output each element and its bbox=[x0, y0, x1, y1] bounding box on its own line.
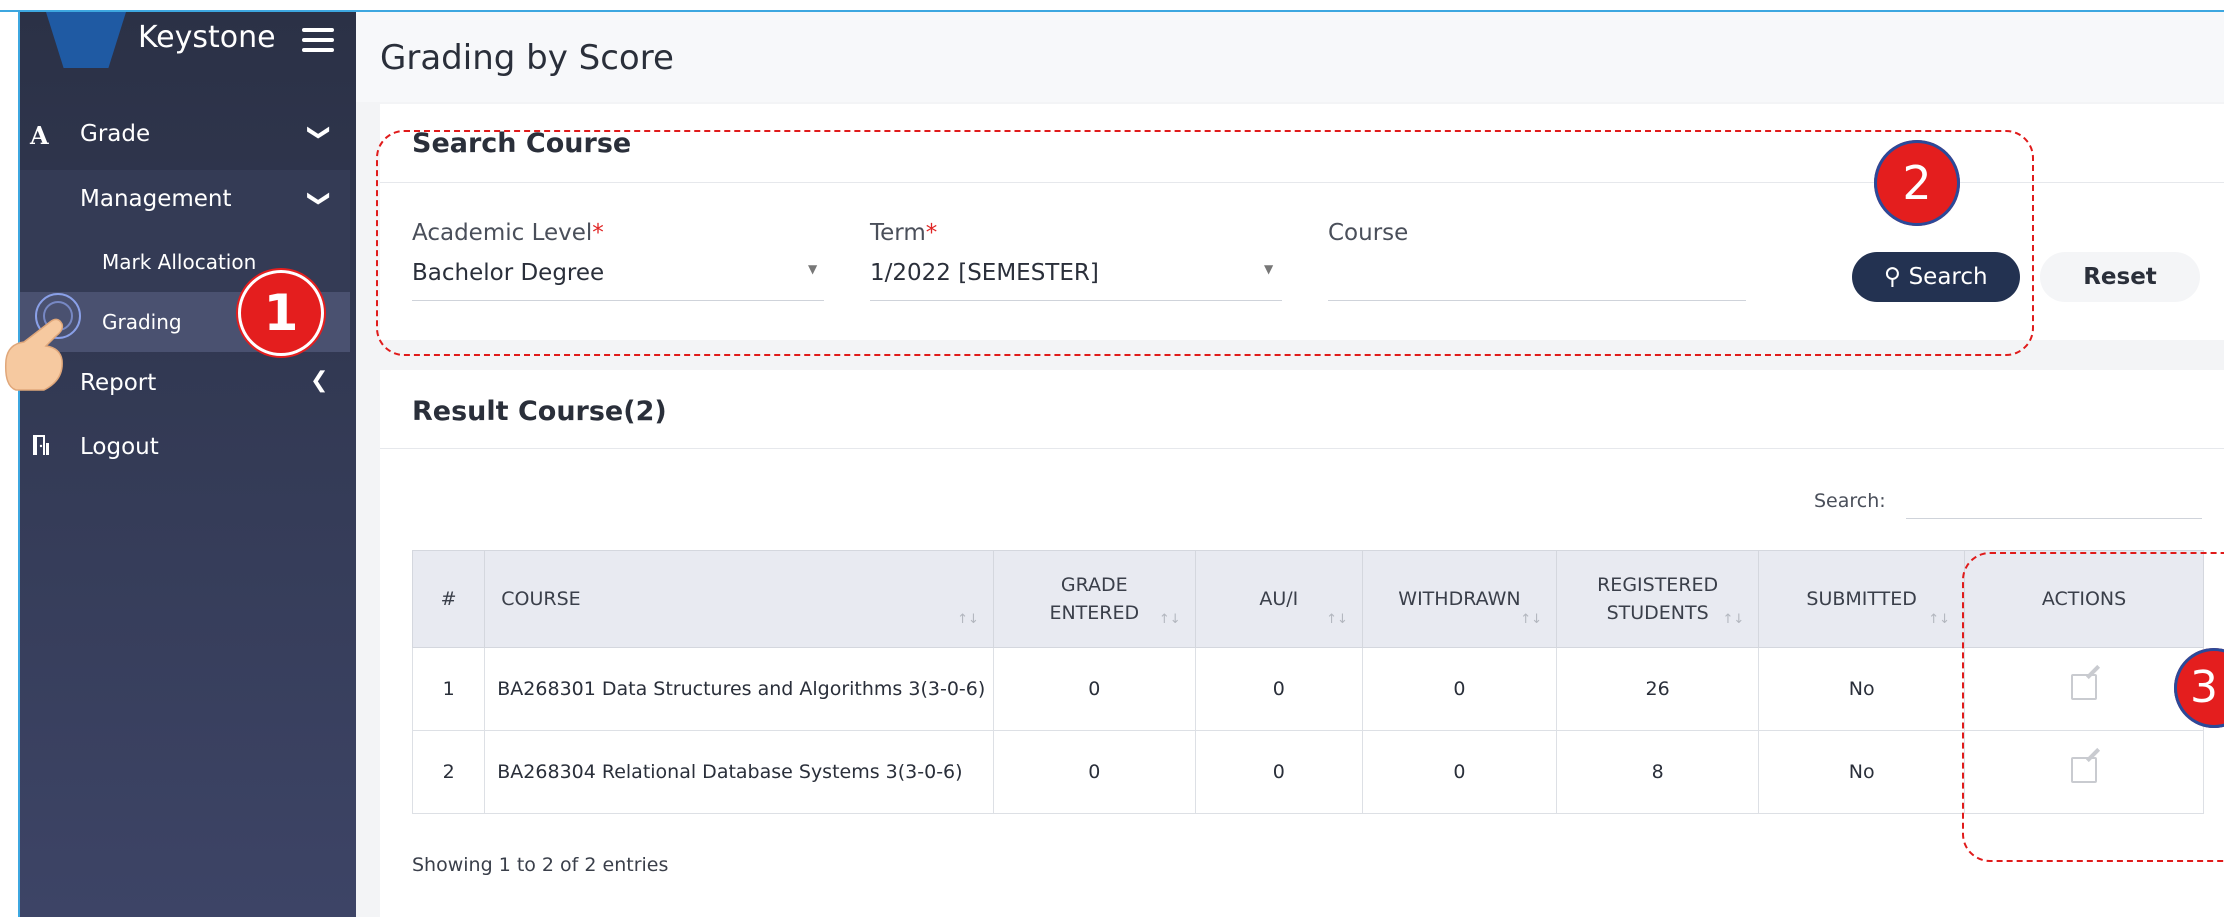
page-title: Grading by Score bbox=[380, 38, 674, 78]
column-header-grade-entered[interactable]: GRADE ENTERED ↑↓ bbox=[992, 550, 1196, 648]
table-header-row: # COURSE ↑↓ GRADE ENTERED ↑↓ AU/I ↑↓ WITHDR… bbox=[411, 550, 2204, 648]
table-row: 1 BA268301 Data Structures and Algorithm… bbox=[411, 647, 2204, 731]
cell-grade-entered: 0 bbox=[992, 730, 1196, 814]
table-search-label: Search: bbox=[1814, 490, 1886, 512]
cell-submitted: No bbox=[1758, 730, 1966, 814]
cell-grade-entered: 0 bbox=[992, 647, 1196, 731]
cell-withdrawn: 0 bbox=[1361, 730, 1557, 814]
pointing-hand-icon bbox=[4, 293, 81, 391]
chevron-left-icon: ❮ bbox=[310, 368, 329, 393]
entries-info: Showing 1 to 2 of 2 entries bbox=[412, 854, 669, 876]
result-card-title: Result Course(2) bbox=[412, 396, 667, 427]
cell-aui: 0 bbox=[1194, 647, 1363, 731]
table-search-input[interactable] bbox=[1906, 518, 2202, 519]
sort-icon: ↑↓ bbox=[1928, 612, 1951, 627]
cell-aui: 0 bbox=[1194, 730, 1363, 814]
column-header-label: SUBMITTED bbox=[1806, 588, 1917, 610]
cell-submitted: No bbox=[1758, 647, 1966, 731]
column-header-label: AU/I bbox=[1259, 588, 1299, 610]
column-header-label: REGISTERED STUDENTS bbox=[1597, 574, 1719, 624]
column-header-withdrawn[interactable]: WITHDRAWN ↑↓ bbox=[1361, 550, 1557, 648]
sort-icon: ↑↓ bbox=[1722, 612, 1745, 627]
column-header-label: GRADE ENTERED bbox=[1049, 574, 1140, 624]
sidebar-item-management[interactable]: Management ❯ bbox=[20, 170, 350, 232]
column-header-label: COURSE bbox=[501, 588, 581, 610]
sidebar-item-label: Mark Allocation bbox=[102, 250, 257, 274]
table-row: 2 BA268304 Relational Database Systems 3… bbox=[411, 730, 2204, 814]
cell-registered: 8 bbox=[1555, 730, 1760, 814]
cell-course: BA268301 Data Structures and Algorithms … bbox=[484, 647, 994, 731]
brand-name: Keystone bbox=[138, 20, 276, 55]
highlight-search-area bbox=[376, 130, 2034, 356]
sidebar-item-grade[interactable]: A Grade ❯ bbox=[20, 106, 356, 162]
sort-icon: ↑↓ bbox=[1520, 612, 1542, 627]
column-header-num[interactable]: # bbox=[411, 550, 486, 648]
step-1-marker: 1 bbox=[238, 270, 324, 356]
sidebar: Keystone A Grade ❯ Management ❯ Mark All… bbox=[20, 12, 356, 917]
cell-num: 1 bbox=[411, 647, 486, 731]
sort-icon: ↑↓ bbox=[1326, 612, 1348, 627]
window-left-border bbox=[0, 12, 20, 917]
grade-icon: A bbox=[30, 121, 49, 150]
sidebar-item-label: Report bbox=[80, 370, 157, 396]
sort-icon: ↑↓ bbox=[957, 612, 979, 627]
sidebar-item-label: Logout bbox=[80, 434, 159, 460]
column-header-submitted[interactable]: SUBMITTED ↑↓ bbox=[1758, 550, 1966, 648]
result-table: # COURSE ↑↓ GRADE ENTERED ↑↓ AU/I ↑↓ WITHDR… bbox=[411, 550, 2204, 814]
column-header-registered[interactable]: REGISTERED STUDENTS ↑↓ bbox=[1555, 550, 1760, 648]
cell-withdrawn: 0 bbox=[1361, 647, 1557, 731]
sidebar-item-label: Grading bbox=[102, 310, 182, 334]
cell-registered: 26 bbox=[1555, 647, 1760, 731]
column-header-course[interactable]: COURSE ↑↓ bbox=[484, 550, 994, 648]
sidebar-item-label: Management bbox=[80, 186, 232, 212]
step-2-marker: 2 bbox=[1874, 140, 1960, 226]
card-divider bbox=[380, 448, 2224, 449]
chevron-down-icon: ❯ bbox=[306, 123, 332, 142]
chevron-down-icon: ❯ bbox=[306, 189, 332, 208]
brand: Keystone bbox=[20, 12, 356, 82]
hamburger-menu-icon[interactable] bbox=[302, 28, 334, 54]
door-icon bbox=[30, 433, 54, 463]
window-top-border bbox=[0, 0, 2224, 12]
column-header-aui[interactable]: AU/I ↑↓ bbox=[1194, 550, 1363, 648]
cell-course: BA268304 Relational Database Systems 3(3… bbox=[484, 730, 994, 814]
sort-icon: ↑↓ bbox=[1158, 612, 1181, 627]
cell-num: 2 bbox=[411, 730, 486, 814]
page-header: Grading by Score bbox=[356, 12, 2224, 102]
reset-button[interactable]: Reset bbox=[2040, 252, 2200, 302]
column-header-label: WITHDRAWN bbox=[1398, 588, 1521, 610]
sidebar-item-logout[interactable]: Logout bbox=[20, 418, 356, 474]
sidebar-item-label: Grade bbox=[80, 121, 151, 147]
keystone-logo-icon bbox=[46, 12, 126, 68]
